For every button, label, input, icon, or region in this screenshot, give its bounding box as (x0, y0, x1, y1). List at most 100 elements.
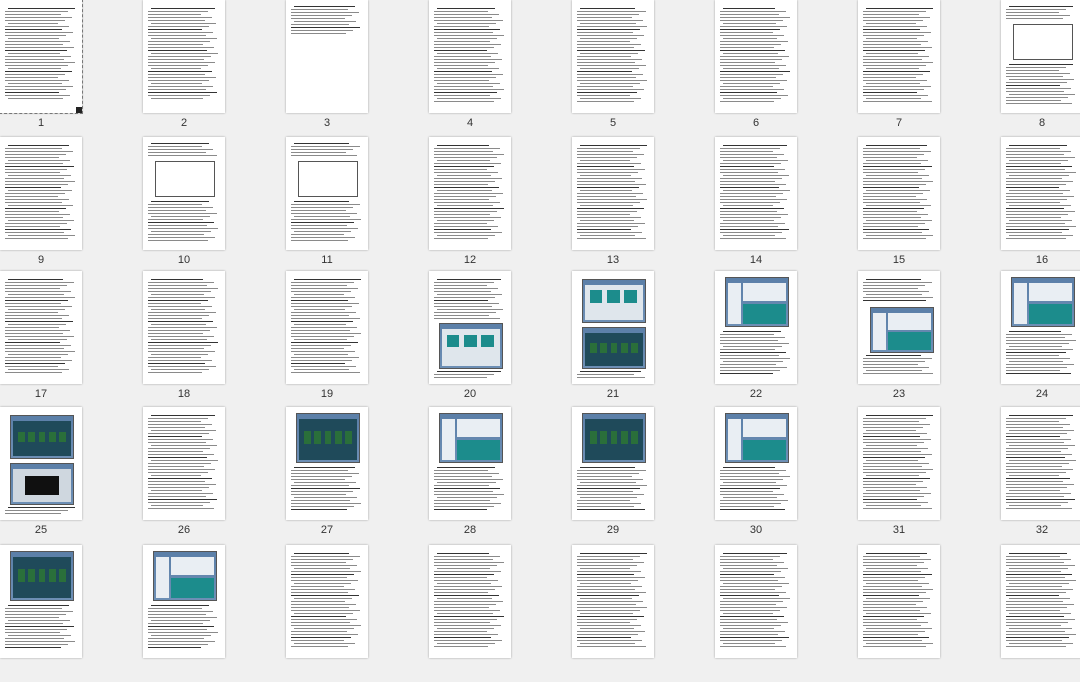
page-thumbnail[interactable]: 23 (858, 271, 1001, 408)
page-preview[interactable] (715, 407, 797, 520)
page-thumbnail[interactable]: 9 (0, 137, 143, 274)
text-line (577, 503, 641, 504)
page-thumbnail[interactable]: 1 (0, 0, 143, 137)
page-thumbnail[interactable]: 17 (0, 271, 143, 408)
page-thumbnail[interactable]: 2 (143, 0, 286, 137)
page-preview[interactable] (572, 271, 654, 384)
text-line (5, 345, 71, 346)
text-line (1009, 445, 1075, 446)
page-thumbnail[interactable]: 18 (143, 271, 286, 408)
page-thumbnail[interactable]: 29 (572, 407, 715, 544)
page-thumbnail[interactable]: 12 (429, 137, 572, 274)
page-thumbnail[interactable] (1001, 545, 1080, 682)
page-thumbnail[interactable]: 7 (858, 0, 1001, 137)
page-preview[interactable] (286, 407, 368, 520)
text-line (723, 361, 783, 362)
page-thumbnail[interactable]: 19 (286, 271, 429, 408)
page-thumbnail[interactable]: 27 (286, 407, 429, 544)
page-thumbnail[interactable]: 32 (1001, 407, 1080, 544)
text-line (577, 601, 643, 602)
page-preview[interactable] (858, 271, 940, 384)
text-line (863, 163, 921, 164)
text-line (863, 574, 932, 575)
page-preview[interactable] (143, 545, 225, 658)
page-thumbnail[interactable]: 28 (429, 407, 572, 544)
page-preview[interactable] (429, 137, 511, 250)
text-line (866, 38, 917, 39)
text-line (720, 610, 780, 611)
page-preview[interactable] (1001, 407, 1080, 520)
page-thumbnail[interactable]: 3 (286, 0, 429, 137)
page-thumbnail[interactable]: 26 (143, 407, 286, 544)
page-thumbnail[interactable]: 4 (429, 0, 572, 137)
page-preview[interactable] (286, 0, 368, 113)
page-thumbnail[interactable]: 22 (715, 271, 858, 408)
text-line (723, 38, 777, 39)
page-thumbnail[interactable] (429, 545, 572, 682)
text-line (434, 92, 497, 93)
page-preview[interactable] (429, 0, 511, 113)
page-preview[interactable] (429, 271, 511, 384)
page-thumbnail[interactable]: 25 (0, 407, 143, 544)
page-preview[interactable] (286, 545, 368, 658)
page-preview[interactable] (715, 137, 797, 250)
text-line (434, 163, 501, 164)
page-thumbnail[interactable]: 14 (715, 137, 858, 274)
text-line (1006, 484, 1074, 485)
page-preview[interactable] (286, 271, 368, 384)
page-preview[interactable] (143, 0, 225, 113)
page-preview[interactable] (572, 0, 654, 113)
page-thumbnail[interactable]: 31 (858, 407, 1001, 544)
page-preview[interactable] (143, 407, 225, 520)
page-preview[interactable] (0, 271, 82, 384)
page-thumbnail[interactable]: 21 (572, 271, 715, 408)
page-thumbnail[interactable]: 15 (858, 137, 1001, 274)
page-thumbnail[interactable] (0, 545, 143, 682)
page-thumbnail[interactable]: 5 (572, 0, 715, 137)
page-preview[interactable] (1001, 545, 1080, 658)
text-line (437, 220, 494, 221)
page-preview[interactable] (0, 0, 83, 114)
text-line (1009, 220, 1072, 221)
page-thumbnail[interactable]: 20 (429, 271, 572, 408)
text-line (151, 415, 215, 416)
page-preview[interactable] (0, 545, 82, 658)
page-thumbnail[interactable]: 30 (715, 407, 858, 544)
text-line (723, 8, 775, 9)
text-line (863, 148, 920, 149)
page-preview[interactable] (1001, 0, 1080, 113)
page-preview[interactable] (1001, 271, 1080, 384)
page-thumbnail[interactable] (286, 545, 429, 682)
page-preview[interactable] (1001, 137, 1080, 250)
page-preview[interactable] (715, 0, 797, 113)
page-preview[interactable] (0, 137, 82, 250)
page-preview[interactable] (572, 545, 654, 658)
page-preview[interactable] (429, 407, 511, 520)
page-thumbnail[interactable] (858, 545, 1001, 682)
page-preview[interactable] (715, 271, 797, 384)
page-thumbnail[interactable]: 11 (286, 137, 429, 274)
page-thumbnail[interactable] (715, 545, 858, 682)
page-preview[interactable] (143, 137, 225, 250)
page-preview[interactable] (572, 137, 654, 250)
page-preview[interactable] (858, 545, 940, 658)
text-line (1006, 433, 1067, 434)
page-preview[interactable] (572, 407, 654, 520)
page-preview[interactable] (0, 407, 82, 520)
text-line (291, 607, 349, 608)
page-preview[interactable] (429, 545, 511, 658)
page-thumbnail[interactable] (143, 545, 286, 682)
page-preview[interactable] (858, 0, 940, 113)
page-thumbnail[interactable]: 24 (1001, 271, 1080, 408)
page-preview[interactable] (858, 137, 940, 250)
page-preview[interactable] (715, 545, 797, 658)
page-thumbnail[interactable]: 16 (1001, 137, 1080, 274)
page-preview[interactable] (143, 271, 225, 384)
page-preview[interactable] (286, 137, 368, 250)
page-thumbnail[interactable] (572, 545, 715, 682)
page-preview[interactable] (858, 407, 940, 520)
page-thumbnail[interactable]: 10 (143, 137, 286, 274)
page-thumbnail[interactable]: 6 (715, 0, 858, 137)
page-thumbnail[interactable]: 13 (572, 137, 715, 274)
page-thumbnail[interactable]: 8 (1001, 0, 1080, 137)
